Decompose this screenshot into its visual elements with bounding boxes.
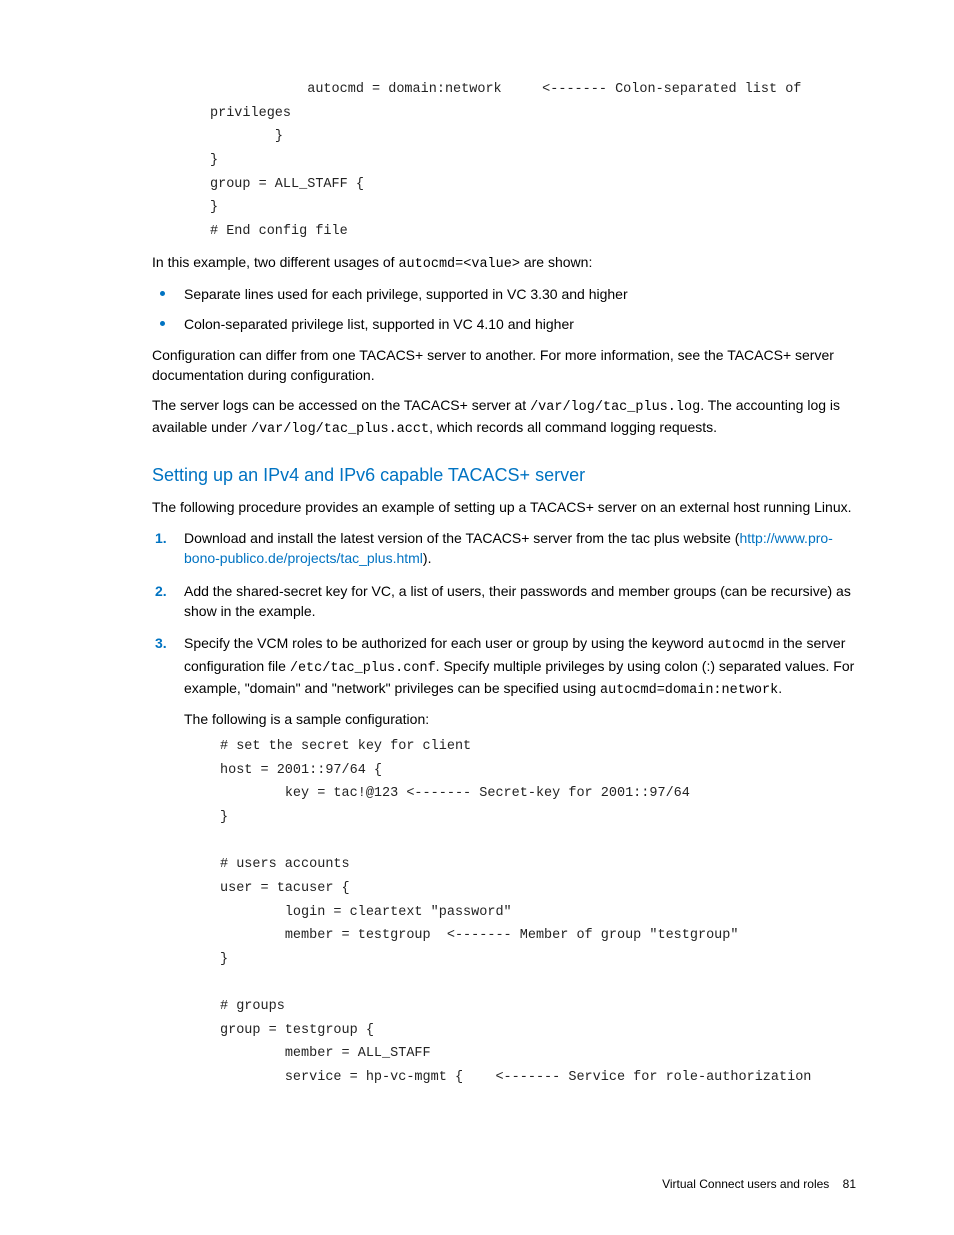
footer-page-number: 81 [843,1177,856,1191]
para-server-logs: The server logs can be accessed on the T… [152,396,856,440]
step3-code-conf: /etc/tac_plus.conf [290,661,436,676]
step-3: Specify the VCM roles to be authorized f… [152,633,856,1089]
bullet-1: Separate lines used for each privilege, … [152,285,856,305]
step3-subtext: The following is a sample configuration: [184,709,856,729]
step1-post: ). [423,550,432,566]
page-content: autocmd = domain:network <------- Colon-… [0,0,954,1142]
code-block-sample-config: # set the secret key for client host = 2… [220,735,856,1089]
intro-post: are shown: [520,254,592,270]
footer-title: Virtual Connect users and roles [662,1177,829,1191]
step3-code-example: autocmd=domain:network [600,683,778,698]
logs-pre1: The server logs can be accessed on the T… [152,397,530,413]
step3-post: . [778,680,782,696]
step3-code-autocmd: autocmd [708,638,765,653]
step-1: Download and install the latest version … [152,528,856,569]
para-config-differ: Configuration can differ from one TACACS… [152,346,856,385]
section-intro: The following procedure provides an exam… [152,498,856,518]
code-log-path-2: /var/log/tac_plus.acct [251,422,429,437]
step1-pre: Download and install the latest version … [184,530,739,546]
procedure-steps: Download and install the latest version … [152,528,856,1090]
code-block-top: autocmd = domain:network <------- Colon-… [210,78,856,243]
page-footer: Virtual Connect users and roles 81 [662,1177,856,1191]
intro-pre: In this example, two different usages of [152,254,398,270]
step3-pre: Specify the VCM roles to be authorized f… [184,635,708,651]
intro-code: autocmd=<value> [398,257,520,272]
usage-bullets: Separate lines used for each privilege, … [152,285,856,334]
code-log-path-1: /var/log/tac_plus.log [530,400,700,415]
logs-post: , which records all command logging requ… [429,419,717,435]
step-2: Add the shared-secret key for VC, a list… [152,581,856,622]
bullet-2: Colon-separated privilege list, supporte… [152,315,856,335]
intro-paragraph: In this example, two different usages of… [152,253,856,275]
section-heading-ipv4-ipv6: Setting up an IPv4 and IPv6 capable TACA… [152,465,856,486]
